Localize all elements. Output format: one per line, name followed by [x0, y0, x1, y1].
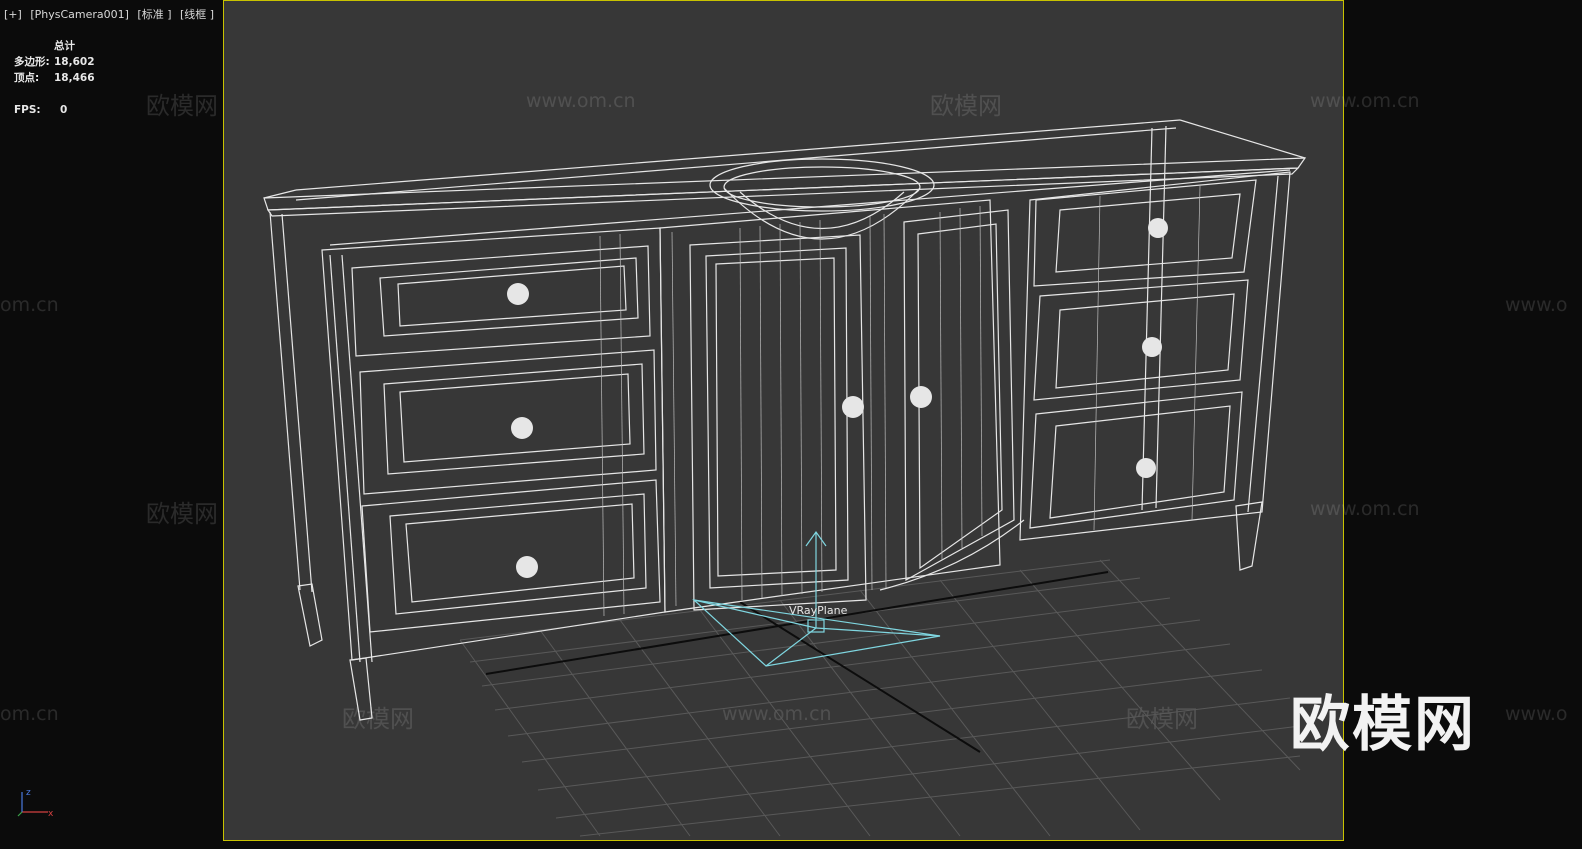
ground-grid	[459, 559, 1301, 837]
drawer-knob	[1136, 458, 1156, 478]
drawer-knob	[516, 556, 538, 578]
door-knob	[842, 396, 864, 418]
axis-tripod: z x	[17, 788, 54, 819]
vray-plane-label[interactable]: VRayPlane	[789, 604, 848, 617]
door-knob	[910, 386, 932, 408]
cabinet-knobs	[507, 218, 1168, 578]
drawer-knob	[1142, 337, 1162, 357]
axis-z-label: z	[26, 788, 31, 798]
brand-logo: 欧模网	[1290, 690, 1476, 760]
axis-x-label: x	[48, 809, 54, 819]
drawer-knob	[1148, 218, 1168, 238]
drawer-knob	[507, 283, 529, 305]
drawer-knob	[511, 417, 533, 439]
